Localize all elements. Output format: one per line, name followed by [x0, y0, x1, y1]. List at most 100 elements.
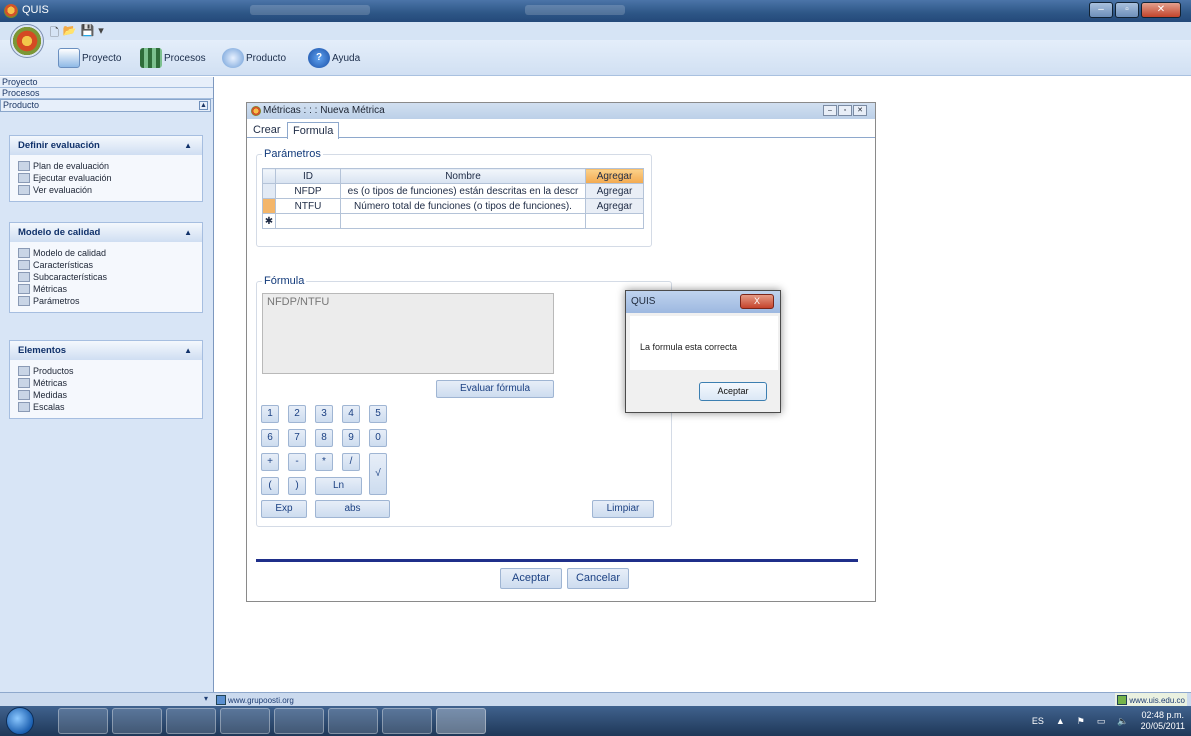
restore-button[interactable]: ▫	[838, 105, 852, 116]
group-header[interactable]: Modelo de calidad ▲	[10, 223, 202, 242]
key-close-paren[interactable]: )	[288, 477, 306, 495]
taskbar-ie-icon[interactable]	[112, 708, 162, 734]
taskbar-quis-icon[interactable]	[436, 708, 486, 734]
key-5[interactable]: 5	[369, 405, 387, 423]
key-multiply[interactable]: *	[315, 453, 333, 471]
formula-textarea[interactable]: NFDP/NTFU	[262, 293, 554, 374]
evaluar-formula-button[interactable]: Evaluar fórmula	[436, 380, 554, 398]
cell-nombre[interactable]: es (o tipos de funciones) están descrita…	[340, 183, 586, 199]
key-divide[interactable]: /	[342, 453, 360, 471]
table-row[interactable]: NTFU Número total de funciones (o tipos …	[262, 198, 644, 214]
dialog-aceptar-button[interactable]: Aceptar	[699, 382, 767, 401]
nav-modelo-calidad[interactable]: Modelo de calidad	[18, 247, 202, 259]
nav-metricas[interactable]: Métricas	[18, 283, 202, 295]
key-open-paren[interactable]: (	[261, 477, 279, 495]
parametros-grid[interactable]: ID Nombre Agregar NFDP es (o tipos de fu…	[262, 168, 644, 229]
group-header[interactable]: Definir evaluación ▲	[10, 136, 202, 155]
cell-id[interactable]: NTFU	[275, 198, 341, 214]
cell-nombre[interactable]	[340, 213, 586, 229]
aceptar-button[interactable]: Aceptar	[500, 568, 562, 589]
nav-parametros[interactable]: Parámetros	[18, 295, 202, 307]
network-icon[interactable]: ▭	[1097, 716, 1106, 727]
nav-caracteristicas[interactable]: Características	[18, 259, 202, 271]
nav-subcaracteristicas[interactable]: Subcaracterísticas	[18, 271, 202, 283]
app-icon[interactable]	[4, 4, 18, 18]
category-procesos[interactable]: Procesos	[0, 88, 213, 99]
limpiar-button[interactable]: Limpiar	[592, 500, 654, 518]
cancelar-button[interactable]: Cancelar	[567, 568, 629, 589]
column-header-id[interactable]: ID	[275, 168, 341, 184]
cell-nombre[interactable]: Número total de funciones (o tipos de fu…	[340, 198, 586, 214]
scales-icon	[18, 402, 30, 412]
tab-formula[interactable]: Formula	[287, 122, 340, 139]
key-minus[interactable]: -	[288, 453, 306, 471]
key-2[interactable]: 2	[288, 405, 306, 423]
minimize-button[interactable]: –	[823, 105, 837, 116]
taskbar-messenger-icon[interactable]	[220, 708, 270, 734]
clock[interactable]: 02:48 p.m. 20/05/2011	[1141, 710, 1185, 732]
key-3[interactable]: 3	[315, 405, 333, 423]
taskbar-network-icon[interactable]	[166, 708, 216, 734]
nav-escalas[interactable]: Escalas	[18, 401, 202, 413]
cell-id[interactable]	[275, 213, 341, 229]
maximize-button[interactable]: ▫	[1115, 2, 1139, 18]
key-8[interactable]: 8	[315, 429, 333, 447]
nav-medidas[interactable]: Medidas	[18, 389, 202, 401]
agregar-button[interactable]: Agregar	[585, 183, 644, 199]
dialog-close-button[interactable]: X	[740, 294, 774, 309]
ribbon-procesos-button[interactable]: Procesos	[140, 48, 206, 68]
key-abs[interactable]: abs	[315, 500, 390, 518]
category-producto[interactable]: Producto ▲	[0, 99, 211, 112]
nav-productos[interactable]: Productos	[18, 365, 202, 377]
agregar-button[interactable]: Agregar	[585, 198, 644, 214]
procesos-icon	[140, 48, 162, 68]
taskbar-explorer-icon[interactable]	[58, 708, 108, 734]
new-row[interactable]: ✱	[262, 213, 644, 229]
key-4[interactable]: 4	[342, 405, 360, 423]
key-sqrt[interactable]: √	[369, 453, 387, 495]
category-proyecto[interactable]: Proyecto	[0, 77, 213, 88]
key-6[interactable]: 6	[261, 429, 279, 447]
key-1[interactable]: 1	[261, 405, 279, 423]
left-url-link[interactable]: www.grupoosti.org	[228, 696, 294, 705]
key-ln[interactable]: Ln	[315, 477, 362, 495]
key-exp[interactable]: Exp	[261, 500, 307, 518]
grid-corner[interactable]	[262, 168, 276, 184]
nav-metricas-elementos[interactable]: Métricas	[18, 377, 202, 389]
ribbon-producto-button[interactable]: Producto	[222, 48, 286, 68]
dropdown-arrow-icon[interactable]: ▾	[199, 694, 213, 706]
nav-ejecutar-evaluacion[interactable]: Ejecutar evaluación	[18, 172, 202, 184]
volume-icon[interactable]: 🔈	[1117, 716, 1128, 727]
collapse-icon[interactable]: ▲	[199, 101, 208, 110]
row-selector[interactable]	[262, 183, 276, 199]
group-header[interactable]: Elementos ▲	[10, 341, 202, 360]
row-selector[interactable]	[262, 198, 276, 214]
table-row[interactable]: NFDP es (o tipos de funciones) están des…	[262, 183, 644, 199]
nav-ver-evaluacion[interactable]: Ver evaluación	[18, 184, 202, 196]
taskbar-chrome-icon[interactable]	[274, 708, 324, 734]
taskbar-word-icon[interactable]	[382, 708, 432, 734]
cell-agregar[interactable]	[585, 213, 644, 229]
language-indicator[interactable]: ES	[1032, 716, 1044, 726]
close-button[interactable]: ✕	[1141, 2, 1181, 18]
key-plus[interactable]: +	[261, 453, 279, 471]
key-0[interactable]: 0	[369, 429, 387, 447]
application-menu-orb[interactable]	[10, 24, 44, 58]
tray-arrow-icon[interactable]: ▲	[1056, 716, 1065, 726]
key-7[interactable]: 7	[288, 429, 306, 447]
key-9[interactable]: 9	[342, 429, 360, 447]
taskbar-media-icon[interactable]	[328, 708, 378, 734]
tab-crear[interactable]: Crear	[248, 122, 286, 138]
column-header-nombre[interactable]: Nombre	[340, 168, 586, 184]
close-button[interactable]: ✕	[853, 105, 867, 116]
nav-plan-evaluacion[interactable]: Plan de evaluación	[18, 160, 202, 172]
ribbon-proyecto-button[interactable]: Proyecto	[58, 48, 121, 68]
right-url-link[interactable]: www.uis.edu.co	[1129, 696, 1185, 705]
cell-id[interactable]: NFDP	[275, 183, 341, 199]
clock-date: 20/05/2011	[1140, 721, 1185, 731]
flag-icon[interactable]: ⚑	[1077, 716, 1085, 727]
minimize-button[interactable]: –	[1089, 2, 1113, 18]
column-header-agregar[interactable]: Agregar	[585, 168, 644, 184]
ribbon-ayuda-button[interactable]: ? Ayuda	[308, 48, 360, 68]
start-button[interactable]	[6, 707, 34, 735]
